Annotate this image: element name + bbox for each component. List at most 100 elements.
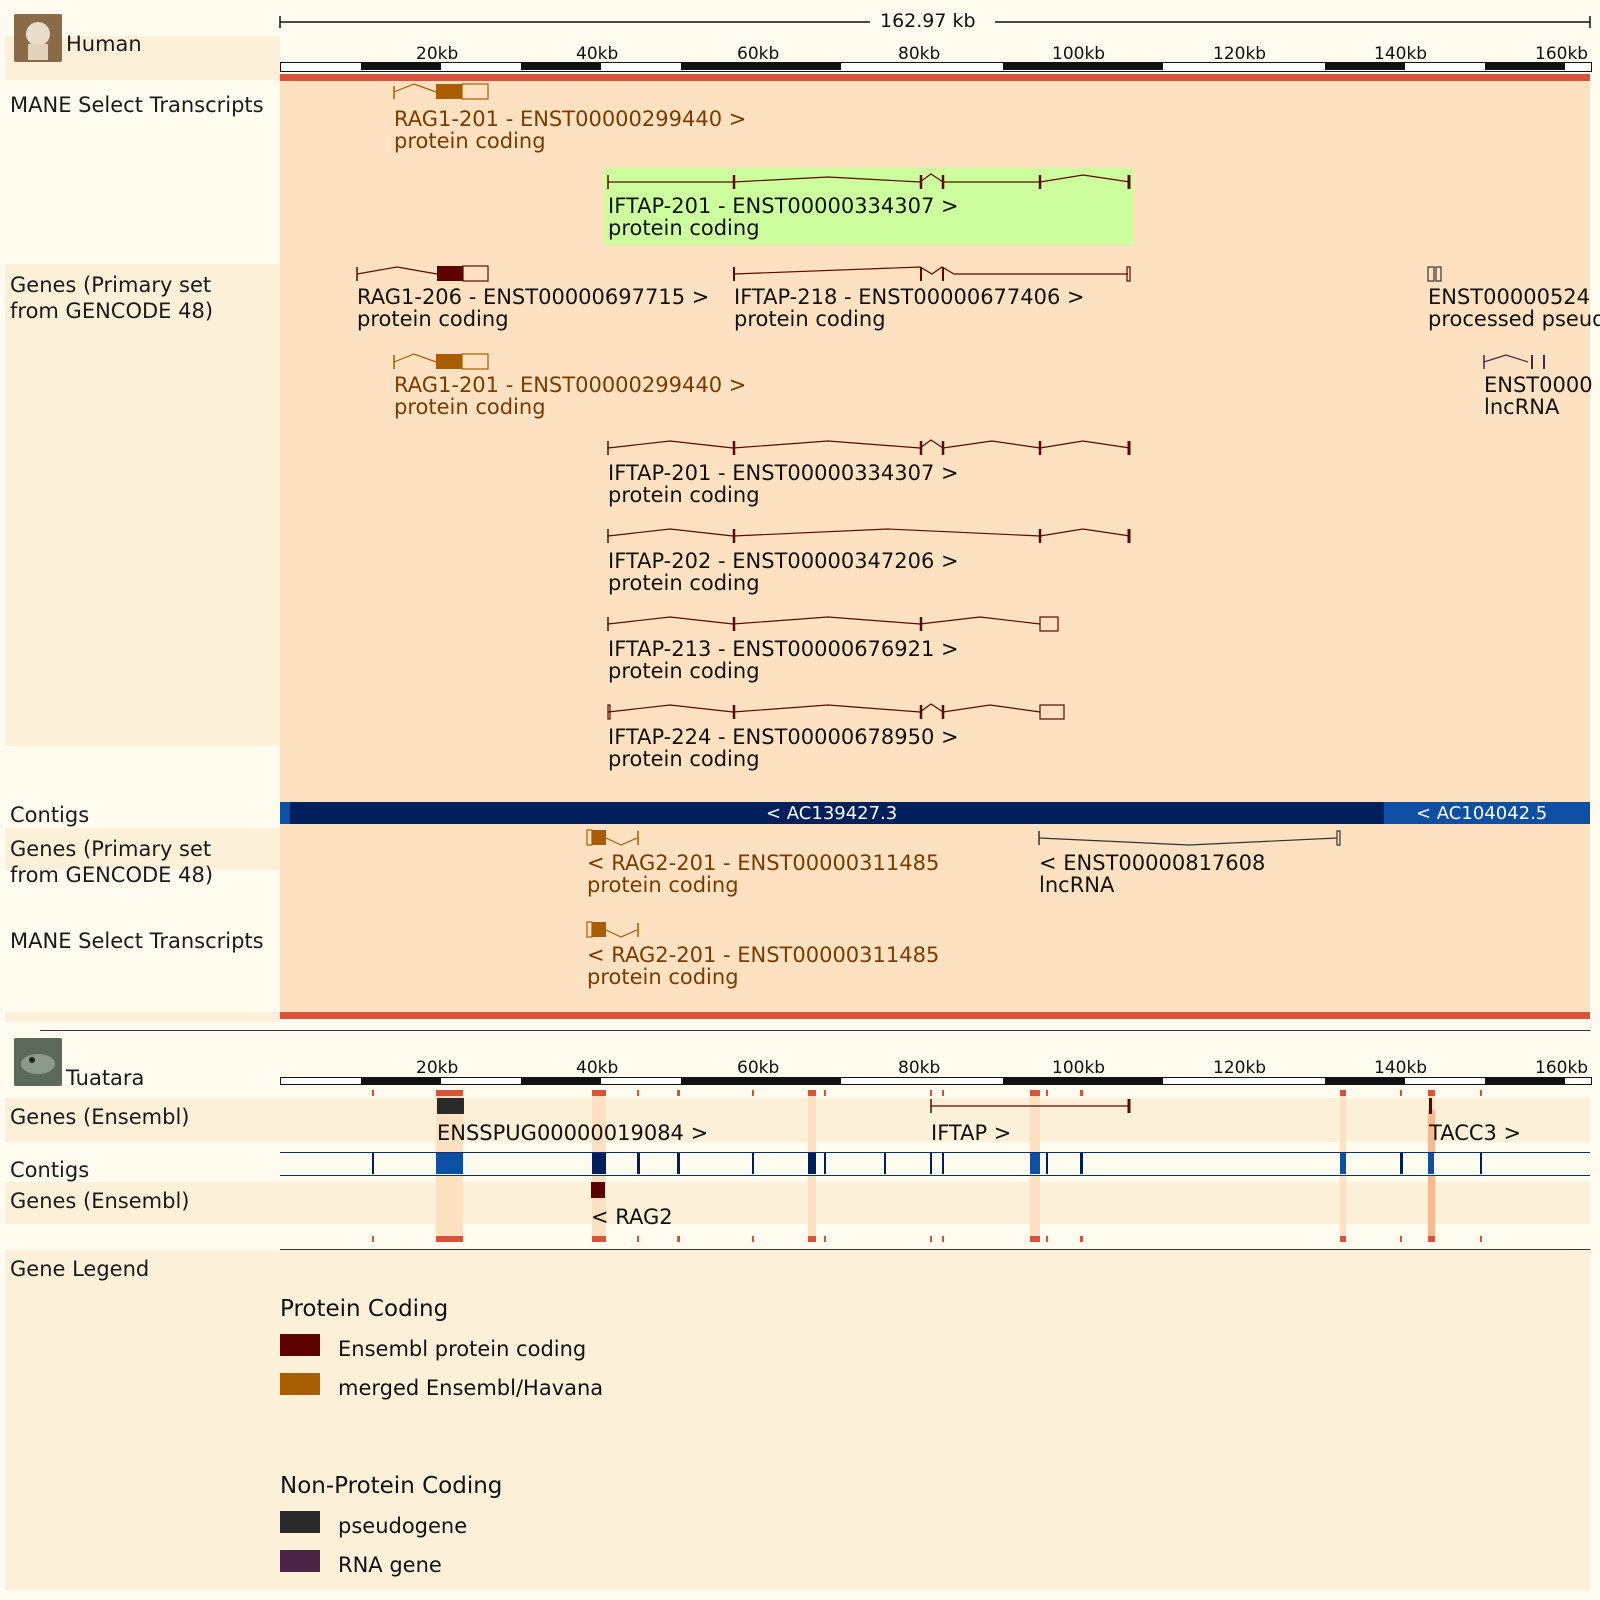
transcript-label[interactable]: RAG1-201 - ENST00000299440 > — [394, 108, 746, 130]
transcript-label[interactable]: IFTAP-218 - ENST00000677406 > — [734, 286, 1085, 308]
transcript-rag2-201-mane[interactable] — [586, 920, 643, 940]
legend-protein-heading: Protein Coding — [280, 1296, 449, 1322]
legend-swatch — [280, 1334, 320, 1356]
transcript-biotype: protein coding — [608, 216, 760, 240]
ruler-tick-label: 120kb — [1213, 1058, 1267, 1078]
track-label-contigs[interactable]: Contigs — [10, 802, 89, 828]
gene-label[interactable]: TACC3 > — [1429, 1122, 1521, 1144]
ruler-tick-label: 100kb — [1052, 1058, 1106, 1078]
transcript-rag2-201[interactable] — [586, 828, 643, 848]
track-label-mane-top[interactable]: MANE Select Transcripts — [10, 92, 264, 118]
ruler-tick-label: 100kb — [1052, 44, 1106, 64]
tuatara-species-icon[interactable] — [14, 1038, 62, 1086]
track-label-mane-bottom[interactable]: MANE Select Transcripts — [10, 928, 264, 954]
legend-nonprotein-heading: Non-Protein Coding — [280, 1473, 503, 1499]
ruler-tick-label: 140kb — [1374, 1058, 1428, 1078]
transcript-biotype: protein coding — [734, 307, 886, 331]
transcript-biotype: protein coding — [587, 873, 739, 897]
transcript-biotype: protein coding — [587, 965, 739, 989]
transcript-iftap-201-mane[interactable] — [607, 172, 1133, 192]
transcript-iftap-201[interactable] — [607, 438, 1133, 458]
transcript-label[interactable]: RAG1-201 - ENST00000299440 > — [394, 374, 746, 396]
transcript-label[interactable]: ENST0000 — [1484, 374, 1593, 396]
transcript-lncrna-right[interactable] — [1483, 352, 1550, 372]
track-label-tuatara-contigs[interactable]: Contigs — [10, 1157, 89, 1183]
ruler-tick-label: 80kb — [898, 44, 941, 64]
legend-swatch — [280, 1511, 320, 1533]
transcript-iftap-213[interactable] — [607, 614, 1068, 634]
transcript-label[interactable]: ENST00000524 — [1428, 286, 1590, 308]
legend-item-label: merged Ensembl/Havana — [338, 1376, 604, 1400]
transcript-biotype: processed pseud — [1428, 307, 1600, 331]
highlight-bottom-border — [280, 1012, 1590, 1019]
legend-item-label: pseudogene — [338, 1514, 468, 1538]
human-species-label: Human — [66, 32, 142, 56]
legend-title: Gene Legend — [10, 1257, 150, 1281]
transcript-biotype: protein coding — [394, 129, 546, 153]
transcript-label[interactable]: IFTAP-202 - ENST00000347206 > — [608, 550, 959, 572]
transcript-label[interactable]: IFTAP-201 - ENST00000334307 > — [608, 195, 959, 217]
gene-enspug00000019084[interactable] — [437, 1098, 464, 1114]
ruler-tick-label: 40kb — [576, 44, 619, 64]
transcript-label[interactable]: < RAG2-201 - ENST00000311485 — [587, 944, 939, 966]
separator-bg — [5, 1012, 280, 1022]
transcript-label[interactable]: IFTAP-201 - ENST00000334307 > — [608, 462, 959, 484]
gene-rag2-tuatara[interactable] — [591, 1182, 605, 1198]
gene-label[interactable]: IFTAP > — [931, 1122, 1011, 1144]
transcript-biotype: protein coding — [608, 659, 760, 683]
ruler-tick-label: 140kb — [1374, 44, 1428, 64]
transcript-biotype: protein coding — [608, 483, 760, 507]
gene-label[interactable]: ENSSPUG00000019084 > — [437, 1122, 708, 1144]
transcript-biotype: protein coding — [608, 571, 760, 595]
gene-label[interactable]: < RAG2 — [591, 1206, 673, 1228]
transcript-label[interactable]: IFTAP-224 - ENST00000678950 > — [608, 726, 959, 748]
transcript-biotype: protein coding — [608, 747, 760, 771]
tuatara-contig-segments — [372, 1153, 1482, 1174]
species-separator — [40, 1030, 1590, 1031]
ruler-tick-label: 120kb — [1213, 44, 1267, 64]
human-length-label: 162.97 kb — [880, 10, 976, 32]
transcript-biotype: lncRNA — [1484, 395, 1560, 419]
legend-panel — [5, 1250, 1590, 1590]
contig-label: < AC139427.3 — [766, 803, 898, 824]
track-label-tuatara-genes-bottom[interactable]: Genes (Ensembl) — [10, 1188, 189, 1214]
track-label-genes-top[interactable]: Genes (Primary set from GENCODE 48) — [10, 272, 250, 324]
transcript-rag1-201[interactable] — [393, 352, 494, 372]
contig-label: < AC104042.5 — [1416, 803, 1548, 824]
transcript-iftap-202[interactable] — [607, 526, 1133, 546]
legend-item-label: RNA gene — [338, 1553, 442, 1577]
contig-left-segment[interactable] — [280, 802, 290, 824]
ruler-tick-label: 20kb — [416, 44, 459, 64]
transcript-iftap-224[interactable] — [607, 702, 1068, 722]
transcript-label[interactable]: RAG1-206 - ENST00000697715 > — [357, 286, 709, 308]
gene-iftap[interactable] — [930, 1098, 1131, 1114]
transcript-label[interactable]: < RAG2-201 - ENST00000311485 — [587, 852, 939, 874]
transcript-biotype: lncRNA — [1039, 873, 1115, 897]
ruler-tick-label: 20kb — [416, 1058, 459, 1078]
transcript-biotype: protein coding — [394, 395, 546, 419]
ruler-tick-label: 60kb — [737, 1058, 780, 1078]
gene-tacc3[interactable] — [1429, 1098, 1432, 1114]
ruler-tick-label: 160kb — [1535, 44, 1589, 64]
transcript-iftap-218[interactable] — [733, 264, 1134, 284]
ruler-tick-label: 160kb — [1535, 1058, 1589, 1078]
human-species-icon[interactable] — [14, 14, 62, 62]
tuatara-species-label: Tuatara — [66, 1066, 145, 1090]
track-label-tuatara-genes-top[interactable]: Genes (Ensembl) — [10, 1104, 189, 1130]
transcript-pseudogene[interactable] — [1427, 264, 1448, 284]
transcript-rag1-206[interactable] — [356, 264, 497, 284]
ruler-tick-label: 60kb — [737, 44, 780, 64]
transcript-biotype: protein coding — [357, 307, 509, 331]
transcript-label[interactable]: IFTAP-213 - ENST00000676921 > — [608, 638, 959, 660]
legend-swatch — [280, 1373, 320, 1395]
genes-track-label-bg — [5, 264, 280, 746]
ruler-tick-label: 80kb — [898, 1058, 941, 1078]
track-label-genes-bottom[interactable]: Genes (Primary set from GENCODE 48) — [10, 836, 250, 888]
transcript-label[interactable]: < ENST00000817608 — [1039, 852, 1265, 874]
transcript-enst00000817608[interactable] — [1038, 828, 1345, 848]
transcript-rag1-201-mane[interactable] — [393, 82, 494, 102]
legend-item-label: Ensembl protein coding — [338, 1337, 587, 1361]
legend-swatch — [280, 1550, 320, 1572]
highlight-top-border — [280, 74, 1590, 81]
ruler-tick-label: 40kb — [576, 1058, 619, 1078]
